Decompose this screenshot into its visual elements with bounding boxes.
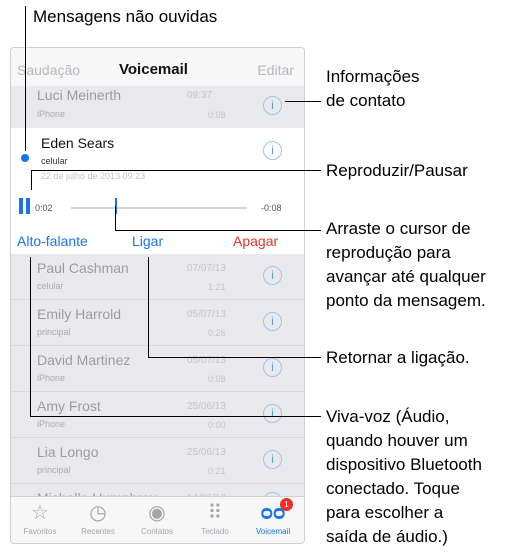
contact-type: iPhone xyxy=(37,109,66,119)
clock-icon: ◷ xyxy=(89,502,107,524)
tab-keypad[interactable]: ⠿ Teclado xyxy=(186,500,244,536)
message-date: 05/07/13 xyxy=(187,309,226,320)
callout-contact-info-line1: Informações xyxy=(326,67,420,86)
speaker-button[interactable]: Alto-falante xyxy=(17,233,88,249)
message-duration: 0:00 xyxy=(208,420,226,430)
callout-speaker-line6: saída de áudio.) xyxy=(326,527,448,546)
page-title: Voicemail xyxy=(119,61,188,78)
callout-scrub-line3: avançar até qualquer xyxy=(326,267,486,286)
callout-speaker-line1: Viva-voz (Áudio, xyxy=(326,407,450,426)
callout-unheard-messages: Mensagens não ouvidas xyxy=(33,7,218,26)
greeting-button[interactable]: Saudação xyxy=(17,62,80,78)
info-icon[interactable]: i xyxy=(263,96,282,115)
contact-type: principal xyxy=(37,327,71,337)
callout-speaker-line5: para escolher a xyxy=(326,503,444,522)
pause-icon xyxy=(26,198,30,214)
message-date: 07/07/13 xyxy=(187,263,226,274)
message-duration: 0:08 xyxy=(208,374,226,384)
contact-name: Paul Cashman xyxy=(37,260,129,276)
voicemail-screen: Saudação Voicemail Editar Luci Meinerth … xyxy=(10,47,305,544)
contact-type: iPhone xyxy=(37,373,66,383)
callout-call-back: Retornar a ligação. xyxy=(326,348,470,367)
pause-button[interactable] xyxy=(19,198,30,214)
edit-button[interactable]: Editar xyxy=(257,62,294,78)
leader-unheard xyxy=(25,6,26,151)
contact-type: iPhone xyxy=(37,419,66,429)
tab-label: Contatos xyxy=(140,527,174,536)
elapsed-time: 0:02 xyxy=(35,203,53,213)
tab-recents[interactable]: ◷ Recentes xyxy=(69,500,127,536)
callout-play-pause: Reproduzir/Pausar xyxy=(326,161,468,180)
contact-name: Eden Sears xyxy=(41,135,115,151)
contact-name: Amy Frost xyxy=(37,398,101,414)
leader-speaker xyxy=(30,416,321,417)
list-item[interactable]: Amy Frost iPhone 25/06/13 0:00 i xyxy=(11,392,304,438)
call-back-button[interactable]: Ligar xyxy=(132,233,163,249)
info-icon[interactable]: i xyxy=(263,358,282,377)
delete-button[interactable]: Apagar xyxy=(233,233,278,249)
callout-scrub-line4: ponto da mensagem. xyxy=(326,291,486,310)
contact-name: Luci Meinerth xyxy=(37,87,122,103)
contact-type: celular xyxy=(41,156,68,166)
tab-label: Recentes xyxy=(81,527,115,536)
unread-indicator xyxy=(21,154,29,162)
navigation-bar: Saudação Voicemail Editar xyxy=(11,48,304,87)
list-item[interactable]: David Martinez iPhone 05/07/13 0:08 i xyxy=(11,346,304,392)
tab-voicemail[interactable]: ᴑᴑ Voicemail 1 xyxy=(244,498,302,536)
contact-type: celular xyxy=(37,281,64,291)
callout-speaker-line4: conectado. Toque xyxy=(326,479,460,498)
message-duration: 0:21 xyxy=(208,466,226,476)
pause-icon xyxy=(19,198,23,214)
info-icon[interactable]: i xyxy=(263,450,282,469)
leader-call-back-drop xyxy=(148,257,149,357)
tab-label: Teclado xyxy=(201,527,229,536)
info-icon[interactable]: i xyxy=(263,266,282,285)
leader-play-pause-drop xyxy=(31,170,32,190)
leader-scrub xyxy=(115,230,321,231)
message-date: 22 de julho de 2013 09:23 xyxy=(41,171,146,181)
leader-speaker-drop xyxy=(30,257,31,416)
remaining-time: -0:08 xyxy=(261,203,282,213)
tab-bar: ☆ Favoritos ◷ Recentes ◉ Contatos ⠿ Tecl… xyxy=(11,496,304,543)
message-time: 09:37 xyxy=(187,90,213,101)
list-item[interactable]: Luci Meinerth iPhone 09:37 0:08 i xyxy=(11,86,304,129)
callout-contact-info-line2: de contato xyxy=(326,91,406,110)
callout-scrub-line1: Arraste o cursor de xyxy=(326,219,471,238)
message-duration: 0:08 xyxy=(208,110,226,120)
callout-speaker-line3: dispositivo Bluetooth xyxy=(326,455,482,474)
callout-speaker-line2: quando houver um xyxy=(326,431,468,450)
tab-contacts[interactable]: ◉ Contatos xyxy=(128,500,186,536)
info-icon[interactable]: i xyxy=(263,141,282,160)
leader-scrub-drop xyxy=(115,206,116,230)
message-duration: 0:26 xyxy=(208,328,226,338)
leader-contact-info xyxy=(285,101,321,102)
info-icon[interactable]: i xyxy=(263,312,282,331)
leader-play-pause xyxy=(31,170,321,171)
unread-badge: 1 xyxy=(280,498,293,511)
tab-label: Favoritos xyxy=(23,527,57,536)
tab-label: Voicemail xyxy=(255,527,291,536)
playback-scrubber[interactable] xyxy=(71,207,247,209)
contact-name: Lia Longo xyxy=(37,444,99,460)
leader-call-back xyxy=(148,357,321,358)
contact-name: David Martinez xyxy=(37,352,131,368)
tab-favorites[interactable]: ☆ Favoritos xyxy=(11,500,69,536)
keypad-icon: ⠿ xyxy=(207,502,223,524)
message-date: 25/06/13 xyxy=(187,401,226,412)
contacts-icon: ◉ xyxy=(148,502,166,524)
voicemail-icon: ᴑᴑ xyxy=(260,502,286,524)
star-icon: ☆ xyxy=(31,502,49,524)
info-icon[interactable]: i xyxy=(263,404,282,423)
list-item[interactable]: Paul Cashman celular 07/07/13 1:21 i xyxy=(11,254,304,300)
list-item[interactable]: Emily Harrold principal 05/07/13 0:26 i xyxy=(11,300,304,346)
callout-scrub-line2: reprodução para xyxy=(326,243,451,262)
list-item[interactable]: Lia Longo principal 25/06/13 0:21 i xyxy=(11,438,304,484)
message-duration: 1:21 xyxy=(208,282,226,292)
message-date: 25/06/13 xyxy=(187,447,226,458)
contact-type: principal xyxy=(37,465,71,475)
contact-name: Emily Harrold xyxy=(37,306,122,322)
